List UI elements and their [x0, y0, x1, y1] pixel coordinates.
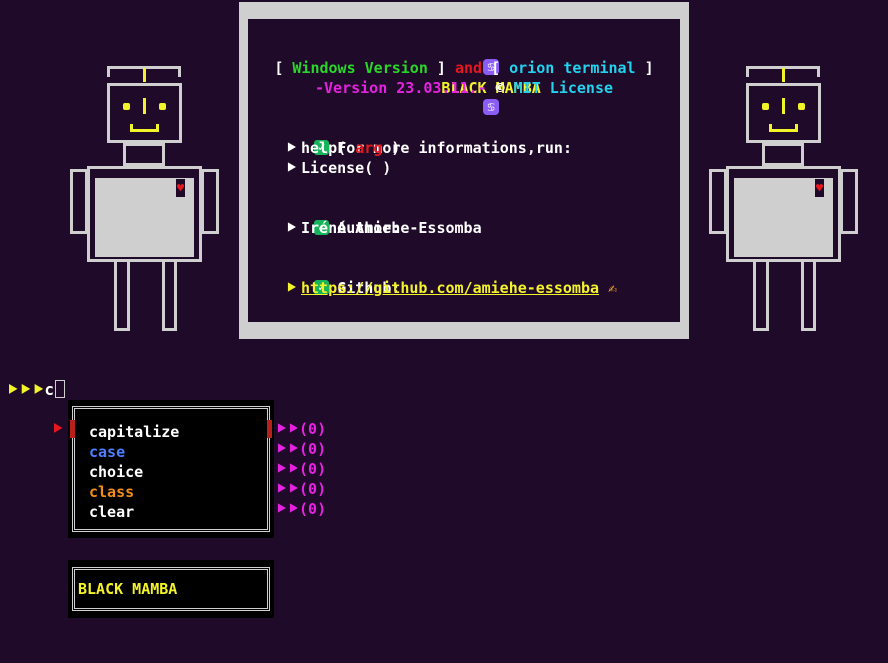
triangle-right-icon: ⯈: [285, 139, 298, 157]
completion-item-capitalize[interactable]: capitalize: [89, 422, 267, 442]
github-link[interactable]: https://github.com/amiehe-essomba: [301, 279, 599, 297]
author-name: Iréné Amiehe-Essomba: [301, 219, 482, 237]
prompt-arrows-icon: ⯈⯈⯈: [6, 380, 45, 399]
cancer-zodiac-icon: ♋: [483, 99, 500, 115]
help-arg: arg: [355, 139, 383, 157]
count-arrow-icon: ⯈⯈: [275, 480, 300, 498]
completion-counts: ⯈⯈(0) ⯈⯈(0) ⯈⯈(0) ⯈⯈(0) ⯈⯈(0): [275, 419, 326, 519]
license-command: License( ): [301, 159, 392, 177]
banner-platform-line: [ Windows Version ] and [ orion terminal…: [260, 58, 680, 78]
selection-arrow-icon: ⯈: [51, 419, 64, 438]
github-header-line: ✓ Github:: [260, 258, 680, 297]
count-arrow-icon: ⯈⯈: [275, 440, 300, 458]
command-prompt[interactable]: ⯈⯈⯈c: [6, 380, 66, 400]
completion-count: ⯈⯈(0): [275, 440, 327, 458]
author-header-line: ✓ Author:: [260, 198, 680, 237]
count-arrow-icon: ⯈⯈: [275, 420, 300, 438]
completion-count: ⯈⯈(0): [275, 480, 327, 498]
windows-version-label: Windows Version: [292, 59, 428, 77]
author-name-line: ⯈ Iréné Amiehe-Essomba: [260, 218, 680, 238]
github-url-line: ⯈ https://github.com/amiehe-essomba ✍: [260, 278, 680, 298]
bracket-close: ]: [635, 59, 654, 77]
and-label: and: [454, 59, 483, 77]
count-arrow-icon: ⯈⯈: [275, 500, 300, 518]
version-label: -Version 23.03.11.-: [314, 79, 487, 97]
prompt-input[interactable]: c: [44, 380, 54, 399]
help-suffix: ): [382, 139, 401, 157]
bracket-open: [: [274, 59, 293, 77]
completion-item-case[interactable]: case: [89, 442, 267, 462]
completion-count: ⯈⯈(0): [275, 420, 327, 438]
help-command: help(: [301, 139, 356, 157]
completion-count: ⯈⯈(0): [275, 460, 327, 478]
welcome-banner-inner: ♋ BLACK MAMBA ♋ [ Windows Version ] and …: [248, 19, 680, 322]
text-cursor: [55, 380, 66, 398]
triangle-right-icon: ⯈: [285, 219, 298, 237]
selection-marker-right: [267, 420, 272, 438]
writing-hand-icon: ✍: [608, 279, 618, 297]
status-box: BLACK MAMBA: [68, 560, 274, 618]
orion-terminal-label: orion terminal: [509, 59, 636, 77]
license-command-line: ⯈ License( ): [260, 158, 680, 178]
completion-item-choice[interactable]: choice: [89, 462, 267, 482]
banner-title-line: ♋ BLACK MAMBA ♋: [260, 38, 680, 115]
completion-item-clear[interactable]: clear: [89, 502, 267, 522]
bracket-open: [: [482, 59, 510, 77]
count-arrow-icon: ⯈⯈: [275, 460, 300, 478]
bracket-close: ]: [427, 59, 455, 77]
banner-version-line: -Version 23.03.11.- © MIT License: [260, 78, 680, 98]
autocomplete-menu[interactable]: capitalize case choice class clear: [68, 400, 274, 538]
license-label: MIT License: [513, 79, 614, 97]
autocomplete-frame: capitalize case choice class clear: [72, 406, 270, 532]
robot-left-illustration: ♥: [70, 66, 220, 336]
copyright-symbol: ©: [486, 79, 514, 97]
robot-right-illustration: ♥: [709, 66, 859, 336]
triangle-right-icon: ⯈: [285, 279, 298, 297]
completion-count: ⯈⯈(0): [275, 500, 327, 518]
selection-marker-left: [70, 420, 75, 438]
status-text: BLACK MAMBA: [72, 567, 270, 611]
triangle-right-icon: ⯈: [285, 159, 298, 177]
welcome-banner: ♋ BLACK MAMBA ♋ [ Windows Version ] and …: [239, 2, 689, 339]
completion-item-class[interactable]: class: [89, 482, 267, 502]
